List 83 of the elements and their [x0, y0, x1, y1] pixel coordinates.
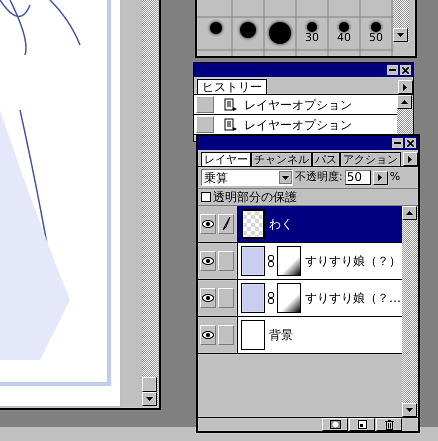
mask-icon [330, 420, 340, 429]
checkbox-label: 透明部分の保護 [213, 189, 297, 206]
document-icon [224, 98, 238, 112]
brush-size-label: 30 [305, 32, 319, 44]
palette-tab[interactable]: レイヤー [201, 152, 251, 166]
close-button[interactable] [400, 65, 411, 75]
visibility-toggle[interactable] [200, 288, 216, 308]
brush-tip[interactable] [307, 22, 317, 32]
triangle-up-icon [405, 208, 414, 218]
edit-toggle[interactable] [218, 251, 234, 271]
brush-tip[interactable] [210, 22, 222, 34]
blank-thumbnail [241, 320, 265, 350]
eye-icon [202, 257, 214, 265]
brush-size-label: 40 [337, 32, 351, 44]
minimize-button[interactable] [387, 65, 398, 75]
layer-row[interactable]: 背景 [238, 317, 402, 353]
mask-thumbnail [277, 283, 301, 313]
brush-size-label: 50 [369, 32, 383, 44]
palette-tab[interactable]: パス [312, 152, 340, 166]
layer-name: わく [269, 216, 293, 233]
visibility-toggle[interactable] [200, 251, 216, 271]
palette-tab[interactable]: ヒストリー [197, 79, 267, 94]
triangle-down-icon [145, 394, 154, 404]
brush-tip[interactable] [269, 22, 291, 44]
opacity-slider-button[interactable] [372, 170, 388, 184]
delete-layer-button[interactable] [376, 418, 402, 431]
eye-icon [202, 220, 214, 228]
triangle-up-icon [400, 98, 409, 106]
scroll-up-button[interactable] [402, 206, 417, 220]
brush-tip[interactable] [240, 22, 256, 38]
eye-icon [202, 331, 214, 339]
palette-menu-button[interactable] [398, 80, 413, 94]
layer-name: すりすり娘（？… [305, 290, 401, 307]
layer-row[interactable]: すりすり娘（？） [238, 243, 402, 279]
palette-menu-button[interactable] [403, 152, 418, 166]
scroll-up-button[interactable] [397, 95, 412, 109]
visibility-toggle[interactable] [200, 325, 216, 345]
new-layer-button[interactable] [349, 418, 375, 431]
edit-toggle[interactable] [218, 325, 234, 345]
eye-icon [202, 294, 214, 302]
scroll-down-button[interactable] [142, 392, 157, 406]
history-item[interactable]: レイヤーオプション [244, 98, 352, 112]
scroll-thumb[interactable] [142, 377, 157, 392]
transparent-thumbnail [241, 209, 265, 239]
scrollbar[interactable] [142, 0, 158, 406]
trash-icon [384, 420, 394, 430]
image-thumbnail [241, 246, 265, 276]
scroll-down-button[interactable] [393, 28, 408, 42]
scroll-down-button[interactable] [402, 403, 417, 417]
new-layer-icon [358, 420, 366, 429]
caret-icon [279, 171, 292, 184]
chain-link-icon [268, 255, 274, 267]
visibility-toggle[interactable] [200, 214, 216, 234]
opacity-label: 不透明度: [295, 169, 343, 186]
snapshot-box[interactable] [196, 116, 214, 133]
triangle-down-icon [396, 30, 405, 40]
percent-sign: % [390, 169, 400, 186]
opacity-field[interactable]: 50 [344, 170, 371, 185]
edit-toggle[interactable] [218, 214, 234, 234]
close-icon [402, 66, 409, 74]
palette-tab[interactable]: アクション [340, 152, 401, 166]
history-item[interactable]: レイヤーオプション [244, 118, 352, 132]
palette-tab[interactable]: チャンネル [251, 152, 312, 166]
image-thumbnail [241, 283, 265, 313]
layer-name: 背景 [269, 327, 293, 344]
close-button[interactable] [405, 138, 416, 148]
brush-icon [222, 217, 230, 231]
mask-thumbnail [277, 246, 301, 276]
edit-toggle[interactable] [218, 288, 234, 308]
snapshot-box[interactable] [196, 96, 214, 113]
triangle-down-icon [405, 406, 414, 414]
layer-name: すりすり娘（？） [305, 253, 401, 270]
minimize-button[interactable] [392, 138, 403, 148]
chain-link-icon [268, 292, 274, 304]
close-icon [407, 140, 414, 146]
brush-tip[interactable] [371, 22, 381, 32]
checkbox[interactable] [201, 192, 211, 202]
document-icon [224, 118, 238, 132]
blend-mode-dropdown[interactable]: 乗算 [201, 169, 293, 186]
layer-row[interactable]: すりすり娘（？… [238, 280, 402, 316]
brush-tip[interactable] [339, 22, 349, 32]
layer-row[interactable]: わく [238, 206, 402, 242]
add-mask-button[interactable] [322, 418, 348, 431]
